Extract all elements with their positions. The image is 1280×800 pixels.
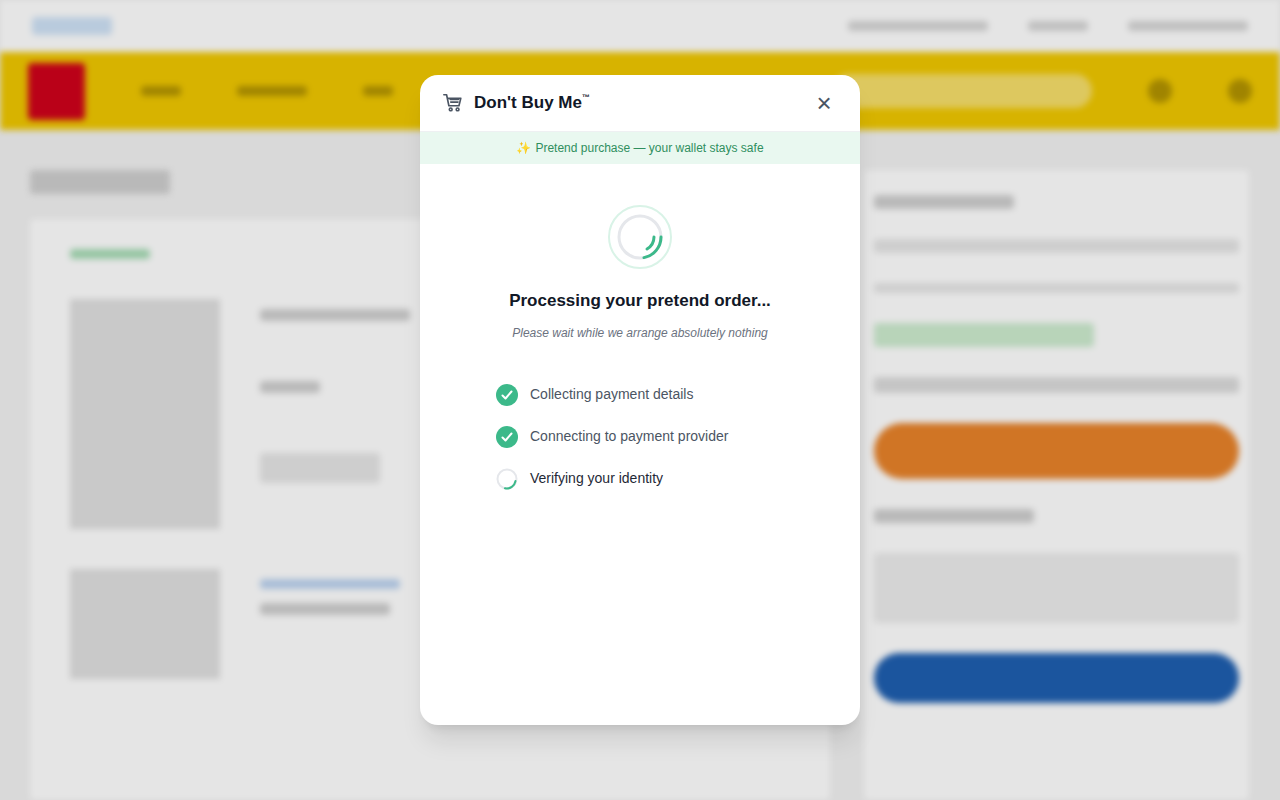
check-icon xyxy=(496,384,518,406)
modal: Don't Buy Me™ × ✨Pretend purchase — your w… xyxy=(420,75,860,725)
step-list: Collecting payment details Connecting to … xyxy=(420,384,860,490)
pending-spinner-icon xyxy=(496,468,518,490)
check-icon xyxy=(496,426,518,448)
pretend-banner: ✨Pretend purchase — your wallet stays sa… xyxy=(420,132,860,164)
processing-subheading: Please wait while we arrange absolutely … xyxy=(512,324,768,342)
processing-heading: Processing your pretend order... xyxy=(509,288,771,314)
processing-body: Processing your pretend order... Please w… xyxy=(420,164,860,490)
spinner-icon xyxy=(607,204,673,270)
step-item: Collecting payment details xyxy=(496,384,860,406)
step-item: Verifying your identity xyxy=(496,468,860,490)
modal-header: Don't Buy Me™ × xyxy=(420,75,860,132)
overlay[interactable]: Don't Buy Me™ × ✨Pretend purchase — your w… xyxy=(0,0,1280,800)
modal-title: Don't Buy Me™ xyxy=(474,90,800,116)
app: Don't Buy Me™ × ✨Pretend purchase — your w… xyxy=(0,0,1280,800)
step-item: Connecting to payment provider xyxy=(496,426,860,448)
cart-icon xyxy=(442,92,464,114)
close-button[interactable]: × xyxy=(810,89,838,117)
